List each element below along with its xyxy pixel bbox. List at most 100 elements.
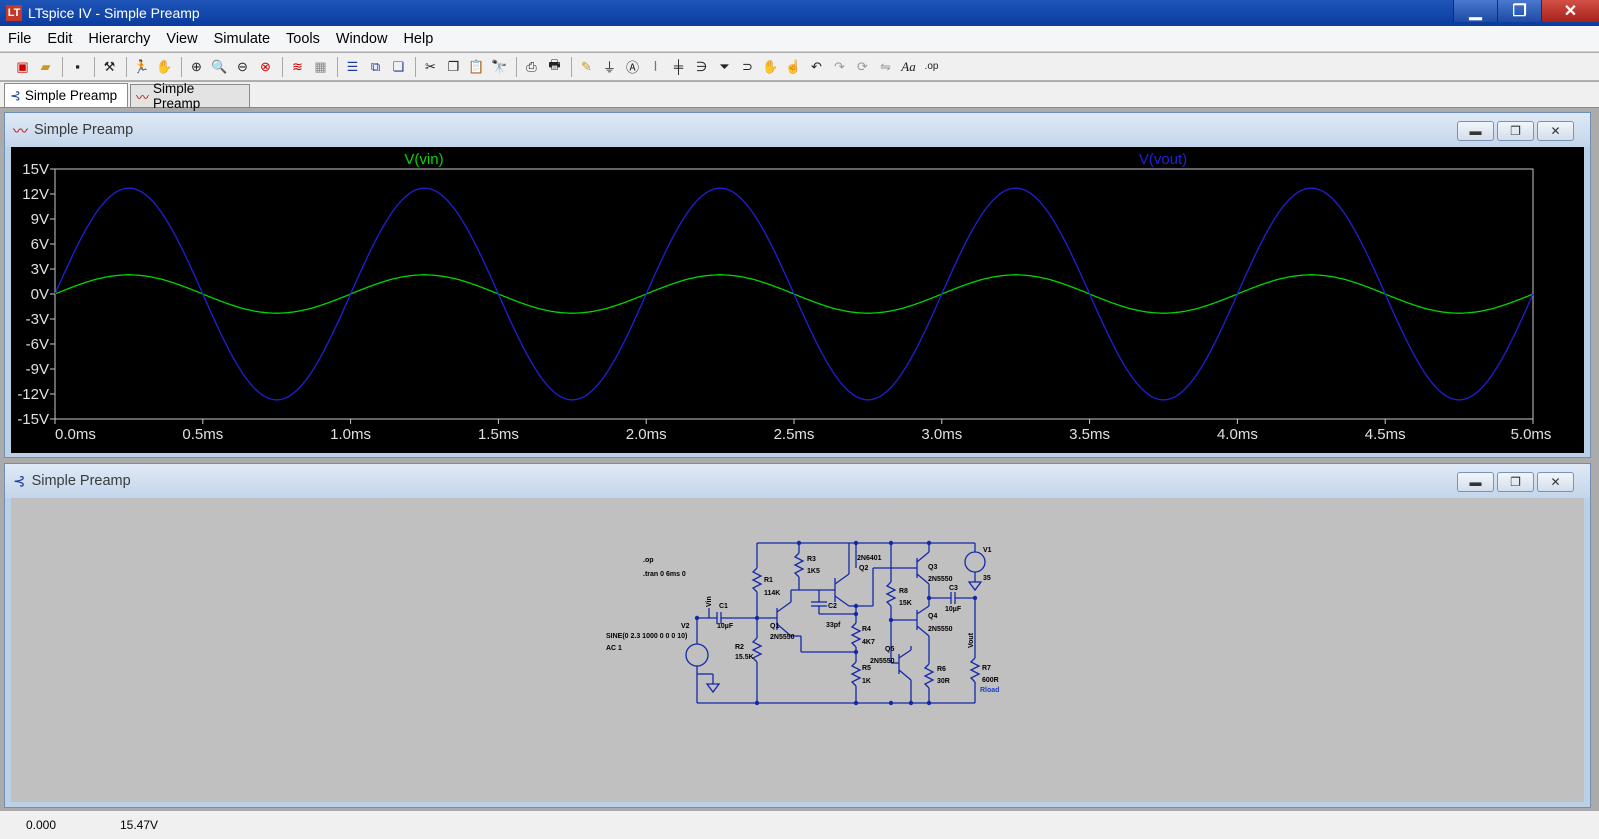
label-c3: C3	[949, 585, 958, 592]
toolbar-separator	[94, 56, 95, 77]
x-tick-label: 5.0ms	[1511, 426, 1552, 443]
minimize-button[interactable]: ▁	[1453, 0, 1497, 22]
value-r3: 1K5	[807, 568, 820, 575]
menu-tools[interactable]: Tools	[278, 31, 328, 47]
waveform-plot-area[interactable]: V(vin) V(vout) 15V 12V 9V 6V 3V 0V -3V -6V -9V -1…	[11, 147, 1584, 453]
waveform-chart[interactable]: V(vin) V(vout) 15V 12V 9V 6V 3V 0V -3V -6V -9V -1…	[11, 147, 1584, 453]
value-q2: 2N6401	[857, 555, 882, 562]
diode-icon[interactable]: ⏷	[714, 56, 735, 77]
y-tick-label: 12V	[22, 186, 49, 203]
menu-help[interactable]: Help	[395, 31, 441, 47]
label-r5: R5	[862, 665, 871, 672]
x-tick-label: 1.0ms	[330, 426, 371, 443]
label-r4: R4	[862, 626, 871, 633]
tile-horizontal-icon[interactable]: ☰	[342, 56, 363, 77]
redo-icon[interactable]: ↷	[829, 56, 850, 77]
minimize-button[interactable]: ▬	[1457, 472, 1494, 492]
value-q4: 2N5550	[928, 626, 953, 633]
label-net-icon[interactable]: Ⓐ	[622, 56, 643, 77]
paste-icon[interactable]: 📋	[466, 56, 487, 77]
menu-edit[interactable]: Edit	[39, 31, 80, 47]
toolbar-separator	[516, 56, 517, 77]
waveform-icon: 〰	[136, 89, 150, 105]
halt-icon[interactable]: ✋	[154, 56, 175, 77]
print-icon[interactable]: 🖶	[544, 56, 565, 77]
label-v2: V2	[681, 623, 690, 630]
run-icon[interactable]: 🏃	[131, 56, 152, 77]
toolbar: ▣ ▰ ▪ ⚒ 🏃 ✋ ⊕ 🔍 ⊖ ⊗ ≋ ▦ ☰ ⧉ ❏ ✂ ❐ 📋 🔭 ⎙ …	[0, 53, 1599, 81]
schematic-drawing[interactable]: .op .tran 0 6ms 0 SINE(0 2.3 1000 0 0 0 …	[11, 498, 1584, 802]
value-r2: 15.5K	[735, 654, 754, 661]
restore-button[interactable]: ❐	[1497, 472, 1534, 492]
x-tick-label: 3.0ms	[921, 426, 962, 443]
mirror-icon[interactable]: ⇋	[875, 56, 896, 77]
label-q1: Q1	[770, 623, 779, 630]
menu-window[interactable]: Window	[328, 31, 396, 47]
status-cursor-x: 0.000	[26, 818, 57, 832]
schematic-icon: ⊰	[13, 473, 26, 490]
text-icon[interactable]: Aa	[898, 56, 919, 77]
autorange-icon[interactable]: ≋	[287, 56, 308, 77]
cut-icon[interactable]: ✂	[420, 56, 441, 77]
title-bar: LT LTspice IV - Simple Preamp ▁ ❐ ✕	[0, 0, 1599, 26]
y-tick-label: -6V	[26, 336, 49, 353]
label-r2: R2	[735, 644, 744, 651]
close-button[interactable]: ✕	[1537, 472, 1574, 492]
schematic-canvas[interactable]: .op .tran 0 6ms 0 SINE(0 2.3 1000 0 0 0 …	[11, 498, 1584, 802]
menu-view[interactable]: View	[158, 31, 205, 47]
spice-directive-icon[interactable]: .op	[921, 56, 942, 77]
zoom-out-icon[interactable]: ⊖	[232, 56, 253, 77]
trace-vvout[interactable]	[54, 187, 1534, 401]
x-tick-label: 4.0ms	[1217, 426, 1258, 443]
menu-hierarchy[interactable]: Hierarchy	[80, 31, 158, 47]
x-tick-label: 4.5ms	[1365, 426, 1406, 443]
pan-icon[interactable]: 🔍	[209, 56, 230, 77]
label-r6: R6	[937, 666, 946, 673]
tile-vertical-icon[interactable]: ⧉	[365, 56, 386, 77]
rotate-icon[interactable]: ⟳	[852, 56, 873, 77]
save-icon[interactable]: ▪	[67, 56, 88, 77]
menu-file[interactable]: File	[0, 31, 39, 47]
capacitor-icon[interactable]: ╪	[668, 56, 689, 77]
restore-button[interactable]: ❐	[1497, 121, 1534, 141]
draw-wire-icon[interactable]: ✎	[576, 56, 597, 77]
tab-schematic[interactable]: ⊰ Simple Preamp	[4, 83, 128, 107]
copy-icon[interactable]: ❐	[443, 56, 464, 77]
maximize-button[interactable]: ❐	[1497, 0, 1541, 22]
control-panel-icon[interactable]: ⚒	[99, 56, 120, 77]
toolbar-separator	[571, 56, 572, 77]
cascade-icon[interactable]: ❏	[388, 56, 409, 77]
grid-icon[interactable]: ▦	[310, 56, 331, 77]
value-r8: 15K	[899, 600, 912, 607]
value-q1: 2N5550	[770, 634, 795, 641]
value-c1: 10µF	[717, 623, 734, 630]
zoom-in-icon[interactable]: ⊕	[186, 56, 207, 77]
label-q2: Q2	[859, 565, 868, 572]
inductor-icon[interactable]: ∋	[691, 56, 712, 77]
undo-icon[interactable]: ↶	[806, 56, 827, 77]
new-schematic-icon[interactable]: ▣	[12, 56, 33, 77]
ground-icon[interactable]: ⏚	[599, 56, 620, 77]
minimize-button[interactable]: ▬	[1457, 121, 1494, 141]
print-setup-icon[interactable]: ⎙	[521, 56, 542, 77]
close-button[interactable]: ✕	[1537, 121, 1574, 141]
open-icon[interactable]: ▰	[35, 56, 56, 77]
resistor-icon[interactable]: ⦚	[645, 56, 666, 77]
status-bar: 0.000 15.47V	[0, 810, 1599, 839]
drag-icon[interactable]: ☝	[783, 56, 804, 77]
menu-simulate[interactable]: Simulate	[206, 31, 278, 47]
y-tick-label: 9V	[31, 211, 49, 228]
x-tick-label: 3.5ms	[1069, 426, 1110, 443]
find-icon[interactable]: 🔭	[489, 56, 510, 77]
label-r3: R3	[807, 556, 816, 563]
waveform-window-titlebar: 〰 Simple Preamp ▬ ❐ ✕	[5, 113, 1590, 147]
label-q4: Q4	[928, 613, 937, 620]
x-tick-label: 2.0ms	[626, 426, 667, 443]
y-tick-label: 6V	[31, 236, 49, 253]
toolbar-separator	[126, 56, 127, 77]
tab-waveform[interactable]: 〰 Simple Preamp	[130, 81, 250, 111]
move-icon[interactable]: ✋	[760, 56, 781, 77]
component-icon[interactable]: ⊃	[737, 56, 758, 77]
zoom-fit-icon[interactable]: ⊗	[255, 56, 276, 77]
close-button[interactable]: ✕	[1541, 0, 1599, 22]
